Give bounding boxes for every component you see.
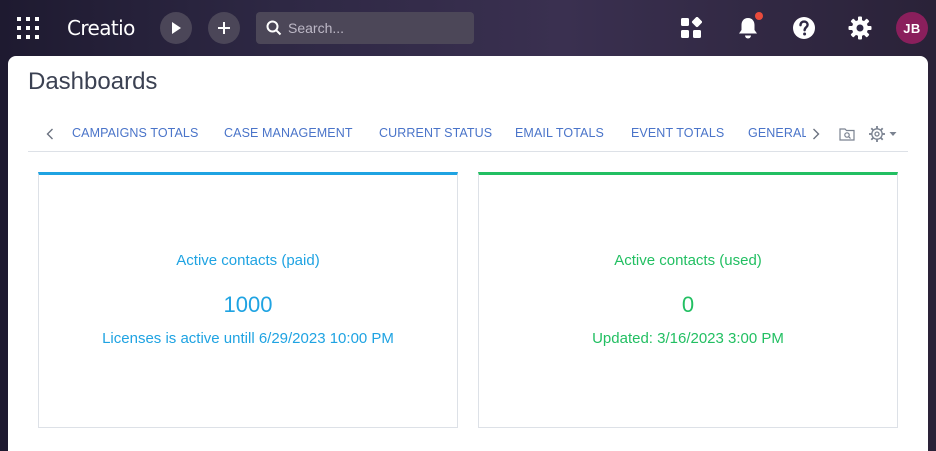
- active-contacts-paid-widget[interactable]: Active contacts (paid) 1000 Licenses is …: [38, 172, 458, 428]
- search-input[interactable]: [288, 20, 468, 36]
- tab-case-management[interactable]: CASE MANAGEMENT: [224, 126, 353, 140]
- run-process-button[interactable]: [160, 12, 192, 44]
- user-avatar[interactable]: JB: [896, 12, 928, 44]
- chevron-left-icon: [46, 128, 53, 140]
- widget-title: Active contacts (paid): [176, 252, 320, 269]
- help-button[interactable]: [791, 15, 817, 41]
- dashboards-panel: Dashboards CAMPAIGNS TOTALS CASE MANAGEM…: [8, 56, 928, 451]
- dashboard-folder-button[interactable]: [839, 124, 855, 144]
- search-icon: [266, 20, 282, 36]
- add-record-button[interactable]: [208, 12, 240, 44]
- play-icon: [172, 22, 181, 34]
- top-bar: Creatio Search... JB: [0, 0, 936, 56]
- notification-badge: [755, 12, 763, 20]
- plus-icon: [218, 22, 230, 34]
- widget-value: 1000: [223, 292, 273, 317]
- search-box[interactable]: [256, 12, 474, 44]
- dashboard-settings-button[interactable]: [868, 124, 897, 144]
- grid-icon[interactable]: [17, 17, 39, 39]
- tab-strip: CAMPAIGNS TOTALS CASE MANAGEMENT CURRENT…: [72, 122, 806, 146]
- tab-campaigns-totals[interactable]: CAMPAIGNS TOTALS: [72, 126, 198, 140]
- widget-caption: Licenses is active untill 6/29/2023 10:0…: [102, 330, 394, 347]
- tab-current-status[interactable]: CURRENT STATUS: [379, 126, 492, 140]
- active-contacts-used-widget[interactable]: Active contacts (used) 0 Updated: 3/16/2…: [478, 172, 898, 428]
- page-title: Dashboards: [28, 68, 158, 95]
- widget-value: 0: [681, 292, 695, 317]
- bell-icon: [739, 18, 757, 39]
- help-icon: [793, 17, 815, 39]
- tab-email-totals[interactable]: EMAIL TOTALS: [515, 126, 604, 140]
- tab-general[interactable]: GENERAL: [748, 126, 806, 140]
- gear-icon: [848, 16, 872, 40]
- chevron-right-icon: [813, 128, 820, 140]
- tab-event-totals[interactable]: EVENT TOTALS: [631, 126, 724, 140]
- quick-access-button[interactable]: [678, 15, 704, 41]
- gear-icon: [869, 126, 885, 142]
- widget-caption: Updated: 3/16/2023 3:00 PM: [592, 330, 784, 347]
- widget-title: Active contacts (used): [614, 252, 762, 269]
- system-settings-button[interactable]: [847, 15, 873, 41]
- quick-access-icon: [681, 17, 702, 38]
- tabs-scroll-left-button[interactable]: [42, 124, 58, 144]
- app-logo[interactable]: Creatio: [67, 14, 135, 42]
- folder-search-icon: [839, 128, 855, 141]
- dashboard-tabs: CAMPAIGNS TOTALS CASE MANAGEMENT CURRENT…: [28, 122, 908, 152]
- tabs-scroll-right-button[interactable]: [808, 124, 824, 144]
- caret-down-icon: [889, 132, 897, 136]
